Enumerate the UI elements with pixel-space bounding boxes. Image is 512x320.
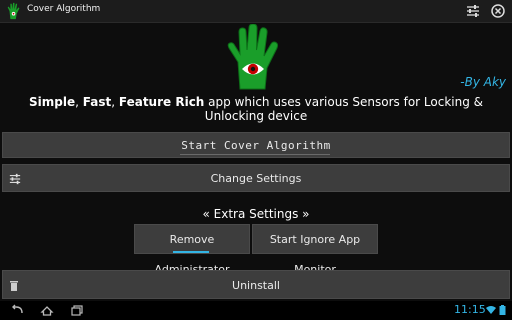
home-icon[interactable] xyxy=(40,304,54,317)
battery-icon xyxy=(499,305,506,315)
focus-indicator xyxy=(173,251,209,253)
start-button-label: Start Cover Algorithm xyxy=(181,139,331,152)
tagline-feature-rich: Feature Rich xyxy=(118,95,205,109)
tagline-fast: Fast xyxy=(82,95,112,109)
change-settings-label: Change Settings xyxy=(210,172,302,185)
start-ignore-app-monitor-button[interactable]: Start Ignore App Monitor xyxy=(252,224,378,276)
tagline-simple: Simple xyxy=(29,95,76,109)
uninstall-label: Uninstall xyxy=(232,279,280,292)
sliders-icon xyxy=(9,173,21,185)
change-settings-button[interactable]: Change Settings xyxy=(2,164,510,192)
extra-settings-title: « Extra Settings » xyxy=(202,207,310,221)
app-title: Cover Algorithm xyxy=(27,4,101,14)
sliders-icon[interactable] xyxy=(466,4,480,18)
wifi-icon xyxy=(486,306,496,314)
system-nav-bar xyxy=(0,301,512,320)
start-button-underline xyxy=(180,154,330,155)
app-hand-icon xyxy=(7,2,20,20)
uninstall-button[interactable]: Uninstall xyxy=(2,270,510,299)
close-icon[interactable] xyxy=(491,4,505,18)
author-byline: -By Aky xyxy=(460,75,506,89)
status-clock: 11:15 xyxy=(454,303,486,316)
app-tagline: Simple, Fast, Feature Rich app which use… xyxy=(29,95,483,123)
remove-administrator-button[interactable]: Remove Administrator xyxy=(134,224,250,276)
tagline-rest: app which uses various Sensors for Locki… xyxy=(204,95,483,123)
hand-eye-logo xyxy=(227,24,279,90)
trash-icon xyxy=(10,281,18,291)
back-icon[interactable] xyxy=(10,304,24,317)
recents-icon[interactable] xyxy=(70,304,84,317)
title-bar: Cover Algorithm xyxy=(0,0,512,23)
